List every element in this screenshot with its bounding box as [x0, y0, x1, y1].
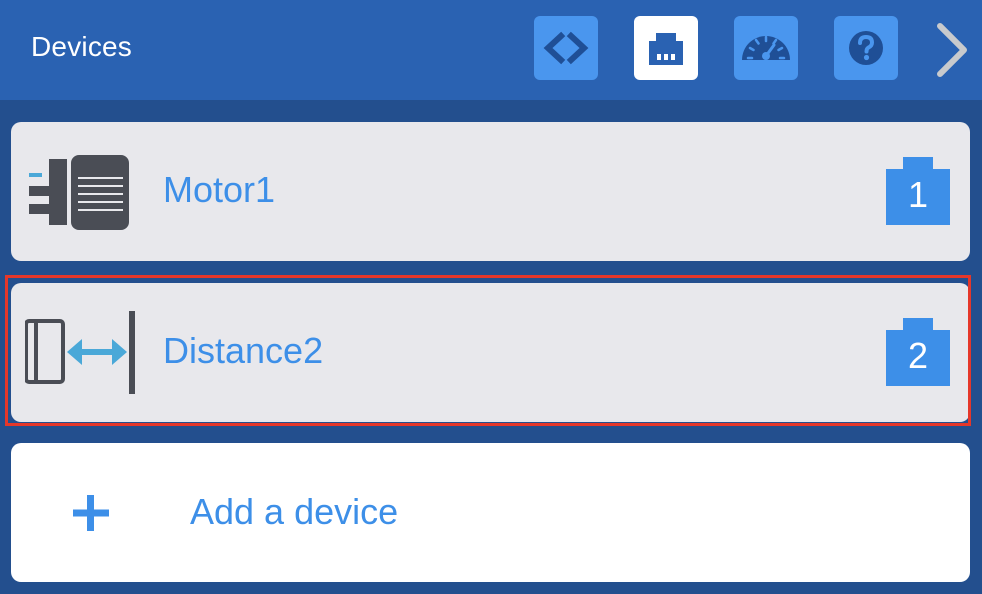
motor-icon	[29, 155, 129, 230]
code-view-button[interactable]	[534, 16, 598, 80]
speedometer-icon	[742, 35, 790, 60]
port-number: 2	[907, 335, 929, 376]
help-question-icon	[849, 31, 883, 65]
page-title: Devices	[31, 31, 132, 62]
device-card-distance2[interactable]: Distance2 2	[11, 283, 970, 422]
add-device-button[interactable]: Add a device	[11, 443, 970, 582]
port-badge: 1	[886, 157, 950, 225]
device-name: Motor1	[163, 169, 276, 210]
chevron-right-icon[interactable]	[930, 18, 978, 82]
code-brackets-icon	[543, 31, 589, 65]
help-button[interactable]	[834, 16, 898, 80]
add-device-label: Add a device	[190, 491, 399, 532]
device-name: Distance2	[163, 330, 324, 371]
device-card-motor1[interactable]: Motor1 1	[11, 122, 970, 261]
top-bar: Devices	[0, 0, 982, 100]
devices-tab-button[interactable]	[634, 16, 698, 80]
device-list: Motor1 1 Distance2 2 Add a device	[0, 100, 982, 594]
port-badge: 2	[886, 318, 950, 386]
port-number: 1	[907, 174, 929, 215]
ethernet-port-icon	[649, 33, 683, 65]
plus-icon	[73, 495, 109, 531]
distance-sensor-icon	[25, 311, 135, 394]
dashboard-button[interactable]	[734, 16, 798, 80]
